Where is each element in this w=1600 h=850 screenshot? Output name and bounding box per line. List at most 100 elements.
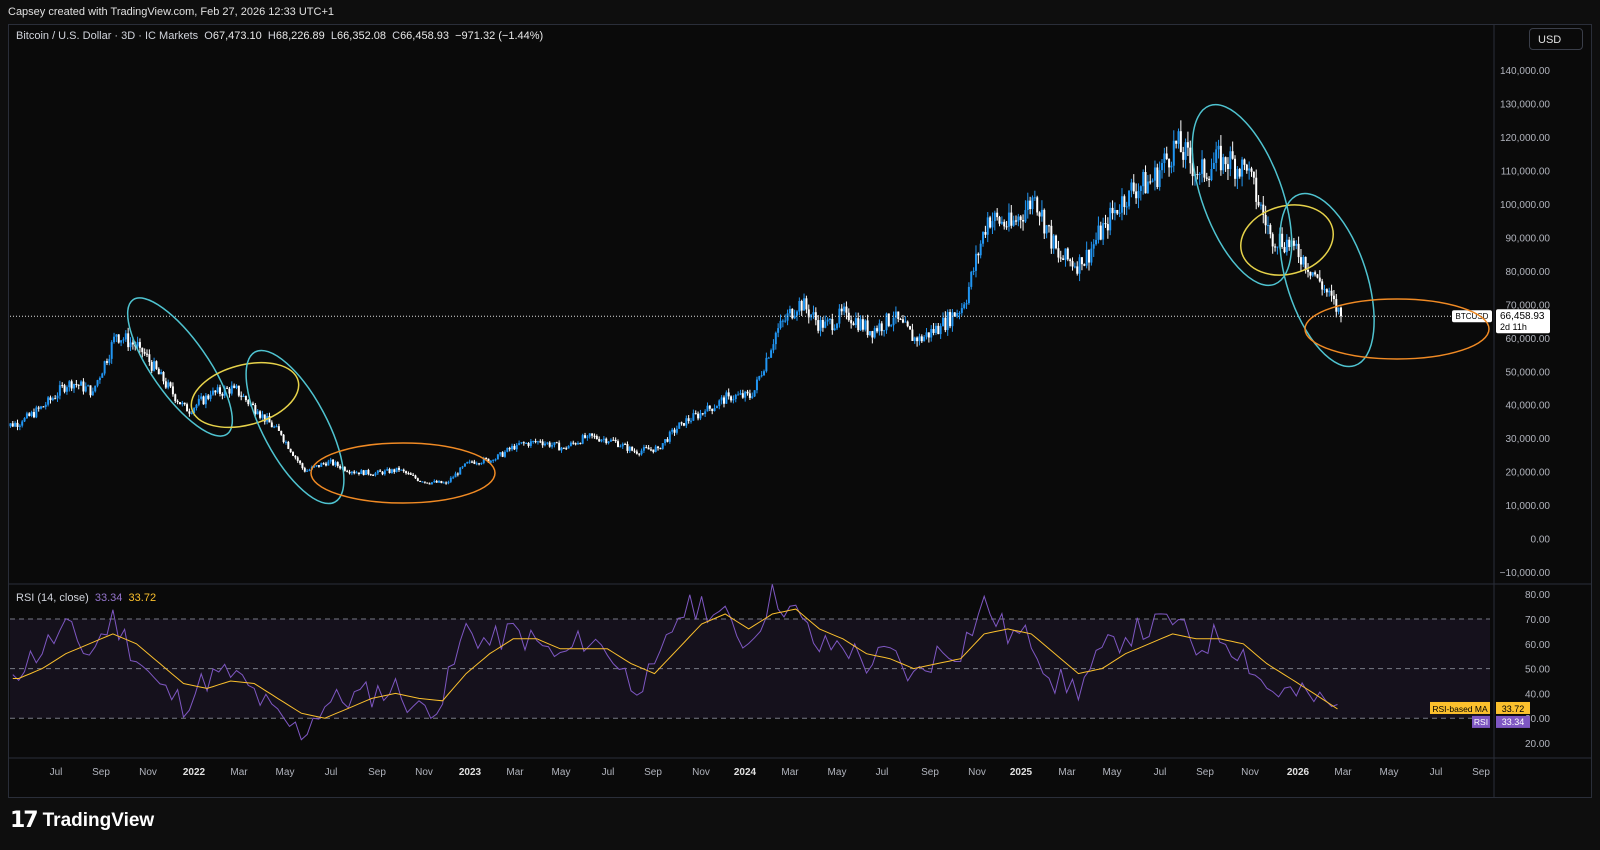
candle-up — [1212, 162, 1215, 169]
candle-down — [287, 441, 290, 449]
candle-down — [117, 334, 120, 343]
candle-down — [219, 387, 222, 394]
candle-up — [14, 422, 17, 427]
candle-down — [682, 423, 685, 426]
candle-up — [934, 325, 937, 333]
candle-up — [1201, 159, 1204, 174]
candle-down — [1339, 307, 1342, 317]
rsi-axis-label: 20.00 — [1525, 739, 1550, 750]
candle-down — [1175, 140, 1178, 144]
candle-up — [40, 406, 43, 409]
candle-down — [296, 457, 299, 461]
candle-down — [317, 465, 320, 467]
candle-down — [473, 461, 476, 464]
candle-down — [647, 447, 650, 450]
candle-down — [638, 453, 641, 455]
candle-down — [1036, 197, 1039, 213]
candle-up — [475, 463, 478, 465]
time-axis-label: Jul — [325, 767, 338, 778]
candle-down — [617, 441, 620, 447]
candle-down — [730, 396, 733, 401]
candle-up — [110, 342, 113, 359]
candle-up — [1000, 221, 1003, 224]
candle-up — [284, 441, 287, 443]
time-axis-label: 2022 — [183, 767, 206, 778]
candle-down — [558, 442, 561, 451]
candle-up — [122, 339, 125, 341]
candle-down — [1226, 164, 1229, 169]
candle-down — [1029, 200, 1032, 210]
candle-up — [553, 442, 556, 446]
candle-up — [306, 470, 309, 472]
candle-down — [171, 386, 174, 395]
candle-up — [854, 318, 857, 326]
candle-down — [1022, 219, 1025, 222]
currency-button[interactable]: USD — [1529, 28, 1583, 50]
candle-down — [555, 442, 558, 444]
candle-down — [989, 217, 992, 228]
candle-up — [108, 358, 111, 363]
candle-down — [649, 449, 652, 451]
candle-up — [204, 395, 207, 405]
candle-up — [30, 412, 33, 416]
candle-down — [680, 422, 683, 424]
candle-up — [480, 463, 483, 465]
candle-up — [1095, 239, 1098, 245]
candle-up — [1276, 246, 1279, 248]
price-axis-label: 30,000.00 — [1506, 434, 1551, 445]
candle-down — [174, 394, 177, 402]
candle-up — [532, 441, 535, 443]
candle-down — [1132, 182, 1135, 192]
candle-up — [628, 446, 631, 451]
candle-down — [1250, 168, 1253, 172]
candle-down — [1055, 235, 1058, 249]
candle-down — [593, 435, 596, 437]
candle-up — [1146, 181, 1149, 194]
candle-down — [920, 336, 923, 342]
candle-up — [461, 466, 464, 468]
candle-up — [1113, 209, 1116, 214]
candle-down — [1059, 257, 1062, 259]
candle-down — [831, 319, 834, 331]
candle-down — [146, 353, 149, 355]
candle-up — [35, 407, 38, 418]
candle-down — [847, 312, 850, 321]
candle-down — [857, 318, 860, 331]
candle-down — [435, 480, 438, 483]
candle-up — [1017, 216, 1020, 222]
candle-up — [124, 333, 127, 340]
candle-up — [819, 319, 822, 331]
candle-up — [890, 325, 893, 327]
candle-up — [1120, 196, 1123, 213]
candle-down — [1179, 131, 1182, 153]
candle-down — [301, 463, 304, 469]
ticker-label: BTCUSD — [1456, 312, 1489, 321]
candle-up — [101, 373, 104, 378]
chart-canvas[interactable]: 140,000.00 130,000.00 120,000.00 110,000.00… — [0, 0, 1600, 850]
candle-down — [574, 443, 577, 445]
candle-up — [859, 319, 862, 331]
candle-up — [136, 342, 139, 347]
candle-down — [850, 320, 853, 324]
time-axis-label: Nov — [1241, 767, 1259, 778]
candle-up — [1142, 172, 1145, 187]
candle-down — [1135, 191, 1138, 199]
tradingview-logo[interactable]: 17 TradingView — [10, 808, 154, 833]
candle-up — [195, 404, 198, 409]
candle-down — [237, 385, 240, 396]
candle-up — [546, 442, 549, 444]
candle-down — [1071, 261, 1074, 267]
candle-down — [694, 413, 697, 415]
candle-down — [289, 448, 292, 453]
candle-up — [706, 405, 709, 412]
candle-down — [178, 402, 181, 405]
candle-up — [786, 313, 789, 321]
candle-up — [753, 390, 756, 397]
price-axis-label: 0.00 — [1531, 535, 1551, 546]
candle-down — [1224, 157, 1227, 165]
candle-down — [1332, 295, 1335, 300]
candle-up — [1109, 207, 1112, 231]
candle-down — [845, 306, 848, 313]
candle-up — [329, 459, 332, 462]
candle-down — [821, 319, 824, 328]
